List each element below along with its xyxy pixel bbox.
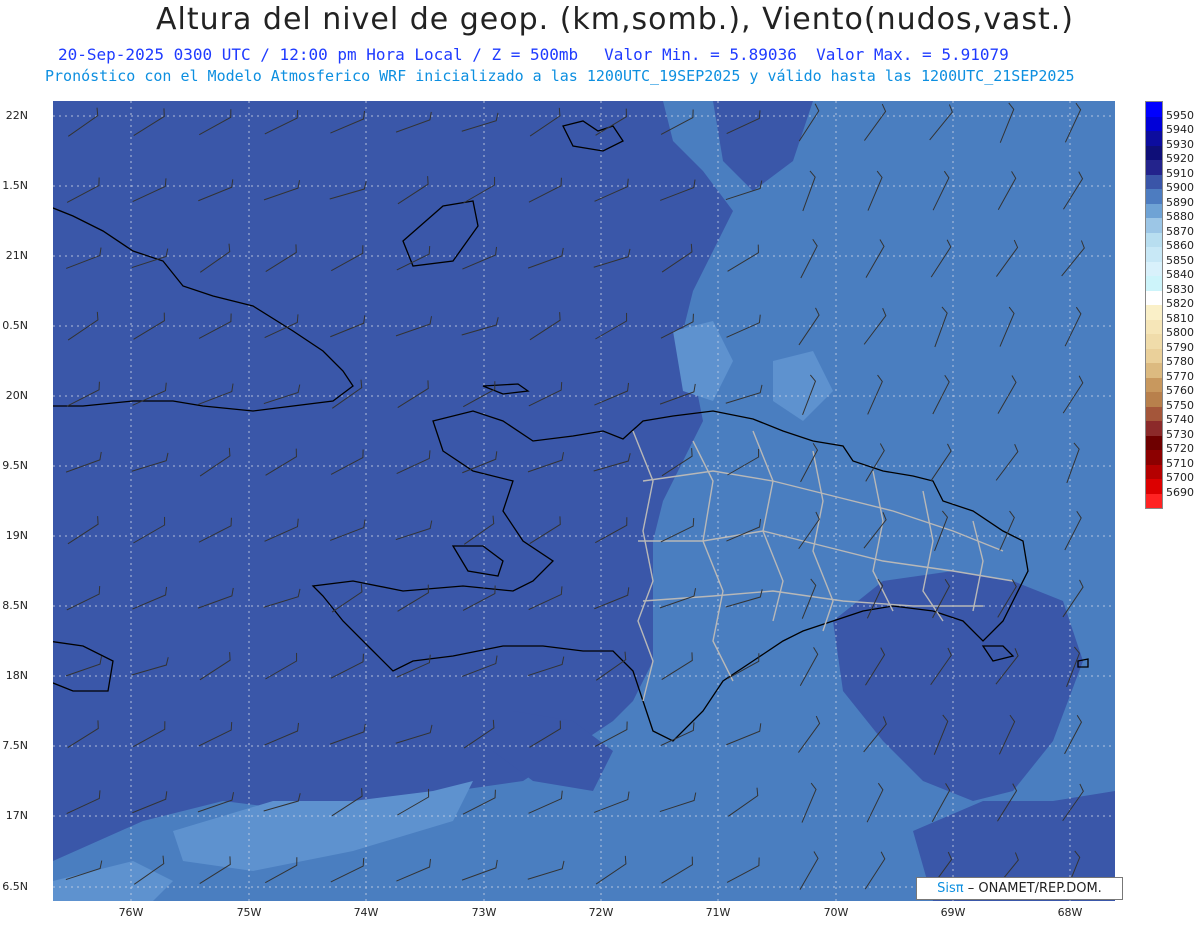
latitude-label: 21N bbox=[5, 249, 28, 262]
colorbar-swatch bbox=[1146, 406, 1162, 421]
colorbar-label: 5920 bbox=[1166, 152, 1194, 165]
colorbar-swatch bbox=[1146, 174, 1162, 189]
colorbar-label: 5850 bbox=[1166, 253, 1194, 267]
colorbar bbox=[1145, 101, 1163, 509]
longitude-label: 73W bbox=[471, 906, 497, 919]
colorbar-swatch bbox=[1146, 479, 1162, 494]
colorbar-label: 5900 bbox=[1166, 181, 1194, 194]
colorbar-label: 5780 bbox=[1166, 355, 1194, 368]
colorbar-swatch bbox=[1146, 493, 1162, 508]
colorbar-label: 5840 bbox=[1166, 268, 1194, 281]
latitude-label: 20N bbox=[5, 389, 28, 402]
colorbar-label: 5730 bbox=[1166, 427, 1194, 441]
colorbar-swatch bbox=[1146, 247, 1162, 262]
colorbar-swatch bbox=[1146, 464, 1162, 479]
colorbar-swatch bbox=[1146, 319, 1162, 334]
colorbar-label: 5940 bbox=[1166, 123, 1194, 136]
colorbar-label: 5740 bbox=[1166, 413, 1194, 426]
latitude-label: 7.5N bbox=[2, 739, 28, 752]
credit-text: – ONAMET/REP.DOM. bbox=[967, 881, 1102, 896]
latitude-label: 8.5N bbox=[2, 599, 28, 612]
colorbar-label: 5750 bbox=[1166, 398, 1194, 412]
colorbar-label: 5720 bbox=[1166, 442, 1194, 455]
colorbar-swatch bbox=[1146, 377, 1162, 392]
geopotential-map bbox=[53, 101, 1115, 901]
colorbar-label: 5770 bbox=[1166, 369, 1194, 383]
colorbar-swatch bbox=[1146, 363, 1162, 378]
colorbar-swatch bbox=[1146, 435, 1162, 450]
colorbar-label: 5690 bbox=[1166, 485, 1194, 499]
latitude-label: 18N bbox=[5, 669, 28, 682]
longitude-label: 69W bbox=[940, 906, 966, 919]
colorbar-label: 5860 bbox=[1166, 239, 1194, 252]
colorbar-swatch bbox=[1146, 232, 1162, 247]
longitude-label: 76W bbox=[118, 906, 144, 919]
colorbar-label: 5830 bbox=[1166, 282, 1194, 296]
model-note: Pronóstico con el Modelo Atmosferico WRF… bbox=[45, 67, 1075, 85]
latitude-label: 22N bbox=[5, 109, 28, 122]
colorbar-label: 5870 bbox=[1166, 224, 1194, 238]
colorbar-swatch bbox=[1146, 131, 1162, 146]
colorbar-label: 5760 bbox=[1166, 384, 1194, 397]
latitude-label: 1.5N bbox=[2, 179, 28, 192]
colorbar-label: 5950 bbox=[1166, 108, 1194, 122]
colorbar-swatch bbox=[1146, 450, 1162, 465]
colorbar-swatch bbox=[1146, 203, 1162, 218]
colorbar-label: 5700 bbox=[1166, 471, 1194, 484]
colorbar-label: 5890 bbox=[1166, 195, 1194, 209]
colorbar-swatch bbox=[1146, 334, 1162, 349]
longitude-label: 70W bbox=[823, 906, 849, 919]
colorbar-label: 5910 bbox=[1166, 166, 1194, 180]
longitude-label: 68W bbox=[1057, 906, 1083, 919]
longitude-label: 75W bbox=[236, 906, 262, 919]
latitude-label: 19N bbox=[5, 529, 28, 542]
latitude-label: 6.5N bbox=[2, 880, 28, 893]
valid-time: 20-Sep-2025 0300 UTC / 12:00 pm Hora Loc… bbox=[58, 45, 579, 64]
colorbar-label: 5810 bbox=[1166, 311, 1194, 325]
credit-box: Sisπ – ONAMET/REP.DOM. bbox=[916, 877, 1123, 900]
colorbar-swatch bbox=[1146, 160, 1162, 175]
colorbar-swatch bbox=[1146, 305, 1162, 320]
colorbar-swatch bbox=[1146, 145, 1162, 160]
latitude-label: 0.5N bbox=[2, 319, 28, 332]
map-title: Altura del nivel de geop. (km,somb.), Vi… bbox=[156, 2, 1074, 37]
colorbar-swatch bbox=[1146, 218, 1162, 233]
valid-time-line: 20-Sep-2025 0300 UTC / 12:00 pm Hora Loc… bbox=[58, 45, 1200, 64]
colorbar-label: 5880 bbox=[1166, 210, 1194, 223]
min-value: Valor Min. = 5.89036 bbox=[604, 45, 797, 64]
colorbar-swatch bbox=[1146, 421, 1162, 436]
colorbar-label: 5790 bbox=[1166, 340, 1194, 354]
colorbar-swatch bbox=[1146, 189, 1162, 204]
longitude-label: 71W bbox=[705, 906, 731, 919]
latitude-label: 17N bbox=[5, 809, 28, 822]
colorbar-swatch bbox=[1146, 102, 1162, 117]
credit-brand: Sisπ bbox=[937, 881, 964, 896]
colorbar-swatch bbox=[1146, 290, 1162, 305]
colorbar-swatch bbox=[1146, 116, 1162, 131]
latitude-label: 9.5N bbox=[2, 459, 28, 472]
colorbar-label: 5800 bbox=[1166, 326, 1194, 339]
colorbar-swatch bbox=[1146, 261, 1162, 276]
colorbar-swatch bbox=[1146, 348, 1162, 363]
longitude-label: 74W bbox=[353, 906, 379, 919]
longitude-label: 72W bbox=[588, 906, 614, 919]
colorbar-swatch bbox=[1146, 392, 1162, 407]
map-canvas bbox=[53, 101, 1115, 901]
colorbar-swatch bbox=[1146, 276, 1162, 291]
max-value: Valor Max. = 5.91079 bbox=[816, 45, 1009, 64]
colorbar-label: 5820 bbox=[1166, 297, 1194, 310]
colorbar-label: 5930 bbox=[1166, 137, 1194, 151]
colorbar-label: 5710 bbox=[1166, 456, 1194, 470]
